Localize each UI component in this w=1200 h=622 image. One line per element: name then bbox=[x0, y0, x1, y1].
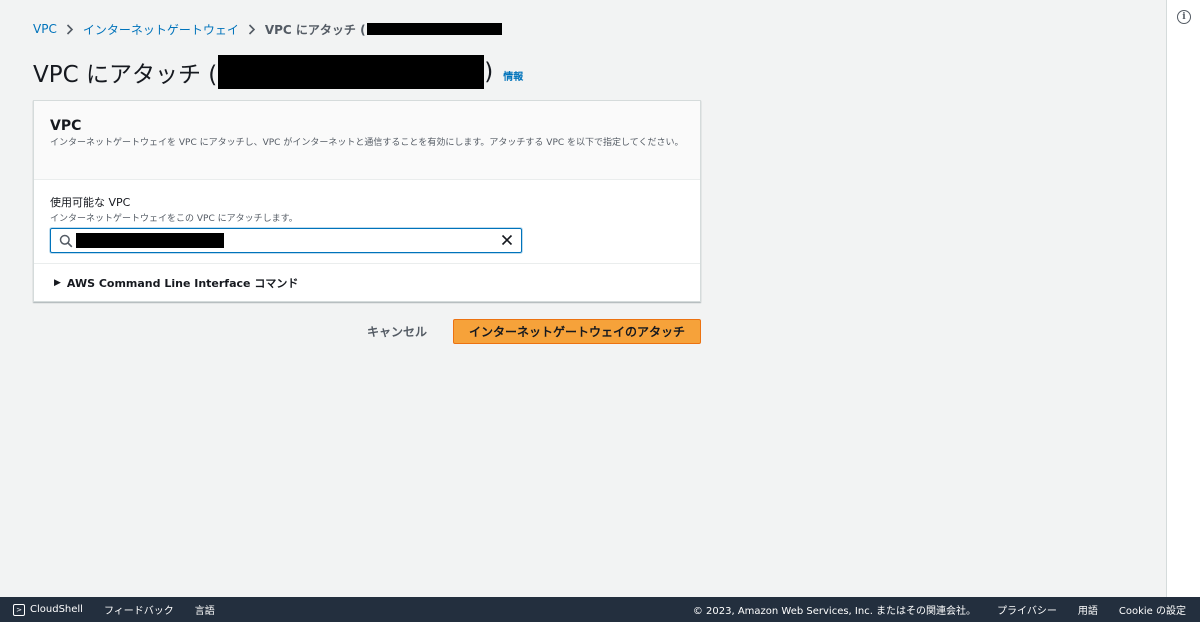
vpc-panel: VPC インターネットゲートウェイを VPC にアタッチし、VPC がインターネ… bbox=[33, 100, 701, 302]
copyright-text: © 2023, Amazon Web Services, Inc. またはその関… bbox=[692, 606, 977, 617]
page-title: VPC にアタッチ ( bbox=[33, 62, 218, 88]
caret-right-icon: ▶ bbox=[54, 278, 61, 288]
breadcrumb-vpc[interactable]: VPC bbox=[33, 22, 57, 36]
feedback-link[interactable]: フィードバック bbox=[104, 602, 174, 617]
panel-header: VPC インターネットゲートウェイを VPC にアタッチし、VPC がインターネ… bbox=[34, 101, 700, 180]
chevron-right-icon bbox=[66, 23, 74, 35]
cli-command-expander[interactable]: ▶ AWS Command Line Interface コマンド bbox=[34, 264, 700, 302]
info-icon[interactable]: i bbox=[1177, 10, 1191, 24]
cloudshell-icon: > bbox=[13, 603, 25, 616]
privacy-link[interactable]: プライバシー bbox=[997, 602, 1057, 617]
chevron-right-icon bbox=[248, 23, 256, 35]
redacted-breadcrumb-id bbox=[366, 23, 502, 35]
available-vpc-field: 使用可能な VPC インターネットゲートウェイをこの VPC にアタッチします。 bbox=[34, 180, 700, 264]
breadcrumb-internet-gateways[interactable]: インターネットゲートウェイ bbox=[83, 21, 239, 38]
cancel-button[interactable]: キャンセル bbox=[367, 323, 427, 340]
field-label: 使用可能な VPC bbox=[50, 196, 131, 209]
redacted-gateway-id bbox=[218, 55, 485, 89]
cookie-settings-link[interactable]: Cookie の設定 bbox=[1119, 602, 1186, 617]
selected-vpc-value-redacted bbox=[76, 233, 224, 248]
vpc-search-input[interactable] bbox=[50, 228, 522, 253]
info-link[interactable]: 情報 bbox=[503, 68, 523, 83]
page-header: VPC にアタッチ ( ) 情報 bbox=[33, 55, 523, 89]
panel-heading: VPC bbox=[50, 118, 82, 134]
breadcrumb: VPC インターネットゲートウェイ VPC にアタッチ ( bbox=[33, 21, 502, 37]
language-link[interactable]: 言語 bbox=[195, 602, 215, 617]
breadcrumb-current: VPC にアタッチ ( bbox=[264, 22, 366, 37]
cloudshell-link[interactable]: CloudShell bbox=[30, 604, 83, 615]
main-content: VPC インターネットゲートウェイ VPC にアタッチ ( VPC にアタッチ … bbox=[0, 0, 1166, 597]
terms-link[interactable]: 用語 bbox=[1078, 602, 1098, 617]
form-actions: キャンセル インターネットゲートウェイのアタッチ bbox=[367, 319, 702, 344]
search-icon bbox=[59, 234, 73, 248]
attach-internet-gateway-button[interactable]: インターネットゲートウェイのアタッチ bbox=[453, 319, 702, 344]
console-footer: > CloudShell フィードバック 言語 © 2023, Amazon W… bbox=[0, 597, 1200, 622]
field-description: インターネットゲートウェイをこの VPC にアタッチします。 bbox=[50, 214, 298, 224]
help-panel-rail: i bbox=[1166, 0, 1200, 597]
page-title-close: ) bbox=[484, 59, 494, 85]
expander-label: AWS Command Line Interface コマンド bbox=[66, 277, 299, 290]
close-icon[interactable] bbox=[501, 234, 513, 246]
panel-description: インターネットゲートウェイを VPC にアタッチし、VPC がインターネットと通… bbox=[50, 138, 684, 148]
